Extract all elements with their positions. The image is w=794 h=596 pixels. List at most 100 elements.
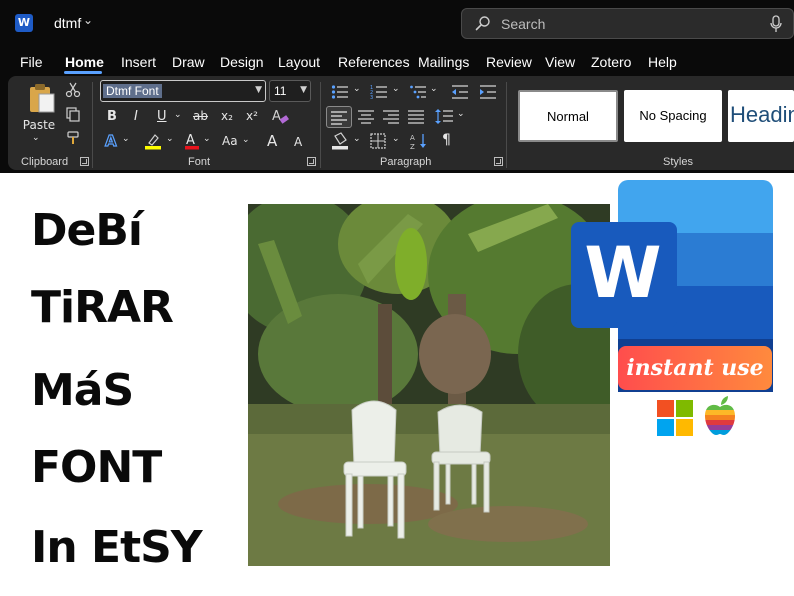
- svg-text:3: 3: [370, 95, 373, 100]
- numbered-list-icon[interactable]: 1 2 3: [370, 84, 388, 100]
- font-group-label: Font: [188, 156, 211, 168]
- mic-icon[interactable]: [769, 15, 783, 33]
- chevron-down-icon[interactable]: ⌄: [392, 134, 400, 144]
- apple-logo-icon: [705, 396, 735, 435]
- chevron-down-icon[interactable]: ⌄: [242, 135, 250, 145]
- paste-chevron-icon[interactable]: ⌄: [32, 133, 40, 143]
- tab-view[interactable]: View: [545, 54, 575, 70]
- style-normal[interactable]: Normal: [518, 90, 618, 142]
- tab-layout[interactable]: Layout: [278, 54, 320, 70]
- word-logo-letter: W: [584, 232, 662, 314]
- copy-icon[interactable]: [65, 106, 81, 122]
- align-center-icon[interactable]: [358, 109, 375, 124]
- align-left-button[interactable]: [326, 106, 352, 128]
- text-effects-icon[interactable]: A: [104, 132, 120, 150]
- multilevel-list-icon[interactable]: [409, 84, 427, 100]
- font-size-dropdown[interactable]: 11 ▼: [269, 80, 311, 102]
- paste-label[interactable]: Paste: [22, 118, 56, 132]
- show-formatting-button[interactable]: ¶: [442, 132, 451, 148]
- clear-formatting-icon[interactable]: A: [271, 107, 289, 125]
- font-name-dropdown[interactable]: Dtmf Font ▼: [100, 80, 266, 102]
- paragraph-launcher-icon[interactable]: [494, 157, 503, 166]
- tab-references[interactable]: References: [338, 54, 410, 70]
- clipboard-launcher-icon[interactable]: [80, 157, 89, 166]
- tab-file[interactable]: File: [20, 54, 43, 70]
- paragraph-group-label: Paragraph: [380, 156, 432, 168]
- chevron-down-icon[interactable]: ⌄: [174, 110, 182, 120]
- ribbon-panel: Paste ⌄ Clipboard Dtmf Font ▼ 11 ▼ B I U…: [8, 76, 794, 170]
- ribbon: Paste ⌄ Clipboard Dtmf Font ▼ 11 ▼ B I U…: [0, 76, 794, 173]
- chevron-down-icon[interactable]: ⌄: [430, 84, 438, 94]
- tab-draw[interactable]: Draw: [172, 54, 205, 70]
- chevron-down-icon: ▼: [300, 85, 307, 95]
- svg-text:A: A: [186, 133, 195, 148]
- strikethrough-button[interactable]: ab: [193, 109, 208, 123]
- style-heading-1[interactable]: Headin: [728, 90, 794, 142]
- doc-line-2: TiRAR: [31, 282, 174, 333]
- grow-font-button[interactable]: A: [267, 132, 277, 150]
- windows-logo-icon: [657, 400, 693, 436]
- decrease-indent-icon[interactable]: [451, 84, 469, 100]
- justify-icon[interactable]: [408, 109, 425, 124]
- styles-group-label: Styles: [663, 156, 693, 168]
- style-no-spacing[interactable]: No Spacing: [624, 90, 722, 142]
- scissors-icon[interactable]: [65, 82, 81, 98]
- tab-mailings[interactable]: Mailings: [418, 54, 469, 70]
- chevron-down-icon[interactable]: ⌄: [457, 109, 465, 119]
- font-name-value: Dtmf Font: [103, 84, 162, 98]
- group-divider: [320, 82, 321, 168]
- search-box[interactable]: Search: [461, 8, 794, 39]
- document-title[interactable]: dtmf: [54, 15, 81, 31]
- chevron-down-icon[interactable]: ⌄: [353, 134, 361, 144]
- subscript-button[interactable]: x₂: [221, 109, 233, 123]
- shading-icon[interactable]: [331, 132, 349, 150]
- search-placeholder: Search: [501, 16, 546, 32]
- line-spacing-icon[interactable]: [435, 108, 453, 125]
- chevron-down-icon[interactable]: ⌄: [83, 13, 93, 27]
- bullet-list-icon[interactable]: [331, 84, 349, 100]
- shrink-font-button[interactable]: A: [294, 135, 302, 149]
- paintbrush-icon[interactable]: [65, 130, 81, 146]
- chevron-down-icon[interactable]: ⌄: [122, 134, 130, 144]
- font-launcher-icon[interactable]: [307, 157, 316, 166]
- search-icon: [475, 16, 490, 31]
- borders-icon[interactable]: [370, 133, 386, 149]
- chevron-down-icon[interactable]: ⌄: [203, 134, 211, 144]
- font-color-icon[interactable]: A: [184, 132, 200, 150]
- tab-insert[interactable]: Insert: [121, 54, 156, 70]
- underline-button[interactable]: U: [157, 109, 167, 124]
- doc-line-4: FONT: [31, 442, 162, 493]
- tab-help[interactable]: Help: [648, 54, 677, 70]
- word-app-icon[interactable]: W: [15, 14, 33, 32]
- instant-use-badge: instant use: [618, 346, 772, 390]
- sort-icon[interactable]: A Z: [410, 132, 428, 150]
- title-bar: W dtmf ⌄ Search: [0, 0, 794, 48]
- doc-line-3: MáS: [31, 365, 134, 416]
- chevron-down-icon[interactable]: ⌄: [392, 84, 400, 94]
- highlight-color-icon[interactable]: [144, 132, 162, 150]
- doc-line-1: DeBí: [31, 205, 143, 256]
- tab-review[interactable]: Review: [486, 54, 532, 70]
- chevron-down-icon[interactable]: ⌄: [353, 84, 361, 94]
- bold-button[interactable]: B: [107, 109, 117, 124]
- style-normal-label: Normal: [547, 109, 589, 124]
- tab-zotero[interactable]: Zotero: [591, 54, 631, 70]
- garden-chairs-photo: [248, 204, 610, 566]
- svg-text:A: A: [272, 109, 281, 124]
- change-case-button[interactable]: Aa: [222, 134, 238, 148]
- svg-text:A: A: [410, 134, 415, 142]
- style-heading-label: Headin: [730, 102, 794, 127]
- increase-indent-icon[interactable]: [479, 84, 497, 100]
- align-right-icon[interactable]: [383, 109, 400, 124]
- svg-text:A: A: [105, 132, 117, 150]
- group-divider: [92, 82, 93, 168]
- chevron-down-icon[interactable]: ⌄: [166, 134, 174, 144]
- italic-button[interactable]: I: [134, 109, 138, 124]
- tab-design[interactable]: Design: [220, 54, 264, 70]
- align-left-icon: [331, 111, 347, 125]
- paste-icon[interactable]: [28, 82, 56, 114]
- chevron-down-icon: ▼: [255, 85, 262, 95]
- active-tab-indicator: [64, 71, 102, 74]
- tab-home[interactable]: Home: [65, 54, 104, 70]
- superscript-button[interactable]: x²: [246, 109, 258, 123]
